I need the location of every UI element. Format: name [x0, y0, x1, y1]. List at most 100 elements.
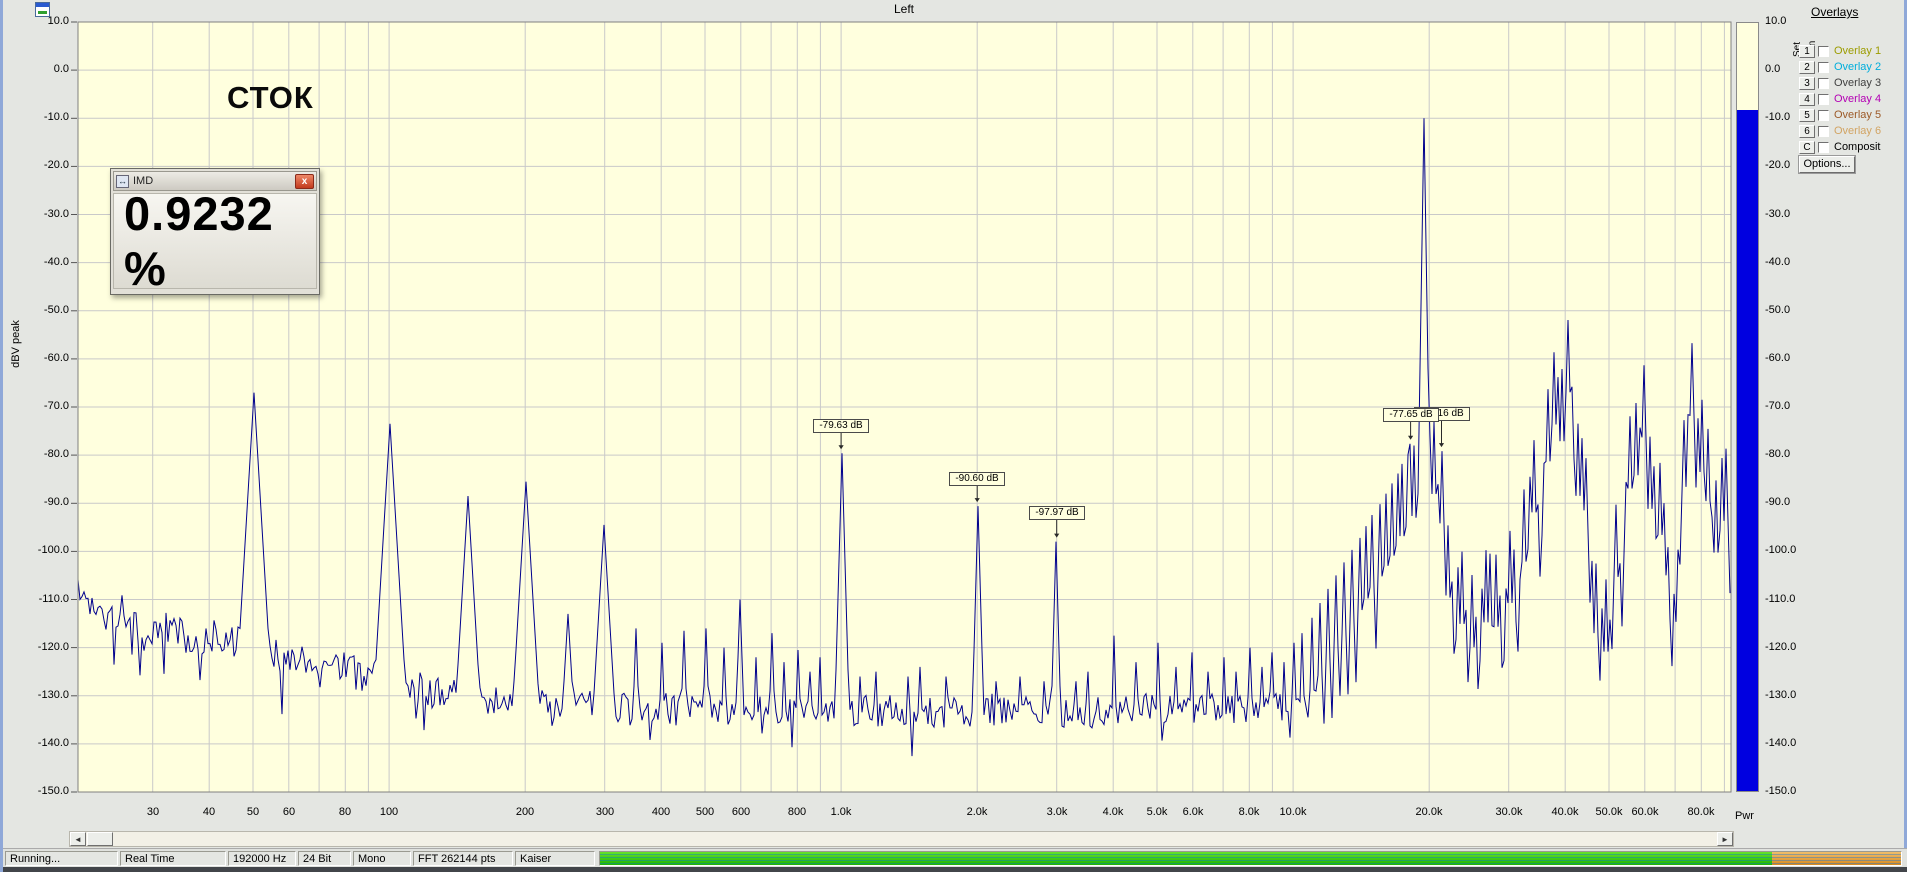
status-segment: FFT 262144 pts — [413, 851, 513, 866]
y-axis-label: -40.0 — [43, 256, 69, 268]
y-axis-label: 10.0 — [1765, 15, 1787, 27]
imd-readout-value: 0.9232 % — [124, 187, 274, 295]
y-axis-label: -150.0 — [37, 785, 69, 797]
x-axis-label: 80 — [338, 806, 352, 818]
overlay-label: Overlay 4 — [1834, 93, 1882, 105]
horizontal-scrollbar[interactable]: ◄ ► — [69, 831, 1734, 847]
plot-border — [77, 21, 1732, 793]
overlay-row: 1 Overlay 1 — [1799, 44, 1881, 58]
marker-arrows — [838, 420, 1445, 538]
overlay-row: C Composit — [1799, 140, 1880, 154]
y-axis-label: -80.0 — [43, 448, 69, 460]
scrollbar-thumb[interactable] — [87, 832, 113, 846]
overlay-set-button[interactable]: 6 — [1799, 124, 1815, 138]
overlay-set-button[interactable]: 3 — [1799, 76, 1815, 90]
status-level-green — [600, 852, 1773, 865]
y-axis-label: -140.0 — [37, 737, 69, 749]
spectrum-trace — [77, 118, 1731, 757]
power-meter-label: Pwr — [1735, 810, 1754, 822]
status-bar: Running... Real Time 192000 Hz 24 Bit Mono FF… — [3, 848, 1907, 867]
overlay-set-button[interactable]: 1 — [1799, 44, 1815, 58]
y-axis-label: -130.0 — [37, 689, 69, 701]
y-axis-label: 0.0 — [1765, 63, 1781, 75]
y-axis-label: -150.0 — [1765, 785, 1797, 797]
plot-background — [78, 22, 1731, 792]
y-axis-label: -100.0 — [37, 544, 69, 556]
x-axis-label: 80.0k — [1687, 806, 1715, 818]
overlay-set-button[interactable]: 2 — [1799, 60, 1815, 74]
y-axis-label: -110.0 — [1765, 593, 1796, 605]
scroll-left-icon[interactable]: ◄ — [70, 832, 86, 846]
overlay-label: Composit — [1834, 141, 1881, 153]
overlay-row: 3 Overlay 3 — [1799, 76, 1881, 90]
overlay-on-checkbox[interactable] — [1818, 93, 1829, 105]
overlay-on-checkbox[interactable] — [1818, 109, 1829, 121]
overlay-on-checkbox[interactable] — [1818, 61, 1829, 73]
overlay-set-button[interactable]: C — [1799, 140, 1815, 154]
x-axis-label: 200 — [515, 806, 535, 818]
y-axis-label: -130.0 — [1765, 689, 1797, 701]
overlay-set-button[interactable]: 5 — [1799, 108, 1815, 122]
x-axis-label: 30 — [146, 806, 160, 818]
overlay-row: 6 Overlay 6 — [1799, 124, 1881, 138]
y-axis-label: -60.0 — [43, 352, 69, 364]
overlays-title: Overlays — [1811, 5, 1859, 19]
imd-window-body: 0.9232 % — [113, 187, 317, 295]
x-axis-label: 10.0k — [1279, 806, 1307, 818]
overlay-on-checkbox[interactable] — [1818, 77, 1829, 89]
x-axis-label: 2.0k — [966, 806, 988, 818]
peak-marker-label: -90.60 dB — [949, 472, 1005, 486]
overlay-label: Overlay 3 — [1834, 77, 1882, 89]
y-axis-label: -30.0 — [1765, 208, 1791, 220]
y-axis-label: -40.0 — [1765, 256, 1791, 268]
x-axis-label: 500 — [695, 806, 715, 818]
status-segment: Real Time — [120, 851, 226, 866]
scroll-right-icon[interactable]: ► — [1717, 832, 1733, 846]
y-axis-label: -140.0 — [1765, 737, 1797, 749]
y-axis-ticks — [71, 21, 77, 793]
y-axis-label: -50.0 — [1765, 304, 1791, 316]
overlay-on-checkbox[interactable] — [1818, 125, 1829, 137]
x-axis-label: 20.0k — [1415, 806, 1443, 818]
spectrum-plot[interactable] — [3, 0, 1907, 872]
x-axis-label: 3.0k — [1046, 806, 1068, 818]
x-axis-label: 40.0k — [1551, 806, 1579, 818]
options-button[interactable]: Options... — [1799, 156, 1855, 173]
plot-annotation: СТОК — [227, 80, 314, 115]
overlay-on-checkbox[interactable] — [1818, 45, 1829, 57]
overlay-label: Overlay 5 — [1834, 109, 1882, 121]
status-level-orange — [1772, 852, 1901, 865]
overlay-label: Overlay 6 — [1834, 125, 1882, 137]
y-axis-label: 0.0 — [53, 63, 69, 75]
taskbar-edge — [3, 867, 1907, 872]
overlays-panel: Overlays Set On 1Overlay 12Overlay 23Ove… — [1792, 0, 1907, 872]
x-axis-label: 4.0k — [1102, 806, 1124, 818]
overlay-row: 2 Overlay 2 — [1799, 60, 1881, 74]
x-axis-label: 400 — [651, 806, 671, 818]
overlay-on-checkbox[interactable] — [1818, 141, 1829, 153]
x-axis-label: 100 — [379, 806, 399, 818]
spectrum-analyzer-window: Left dBV peak 10.0 0.0 -10.0 -20.0 -30.0 -40.… — [0, 0, 1907, 872]
y-axis-label: -90.0 — [1765, 496, 1791, 508]
y-axis-label: -100.0 — [1765, 544, 1797, 556]
x-axis-label: 50.0k — [1595, 806, 1623, 818]
peak-marker-label: -77.65 dB — [1383, 408, 1439, 422]
x-axis-label: 5.0k — [1146, 806, 1168, 818]
status-segment: 192000 Hz — [228, 851, 296, 866]
channel-title: Left — [893, 2, 914, 16]
overlay-label: Overlay 2 — [1834, 61, 1882, 73]
y-axis-title: dBV peak — [10, 320, 22, 368]
y-axis-label: 10.0 — [47, 15, 69, 27]
y-axis-label: -20.0 — [1765, 159, 1791, 171]
overlay-label: Overlay 1 — [1834, 45, 1882, 57]
overlay-row: 5 Overlay 5 — [1799, 108, 1881, 122]
y-axis-label: -120.0 — [1765, 641, 1797, 653]
x-axis-label: 8.0k — [1238, 806, 1260, 818]
y-axis-label: -90.0 — [43, 496, 69, 508]
overlay-set-button[interactable]: 4 — [1799, 92, 1815, 106]
status-segment: 24 Bit — [298, 851, 351, 866]
status-segment: Running... — [5, 851, 118, 866]
y-axis-label: -70.0 — [1765, 400, 1791, 412]
y-axis-label: -30.0 — [43, 208, 69, 220]
power-level-meter-fill — [1737, 110, 1758, 791]
